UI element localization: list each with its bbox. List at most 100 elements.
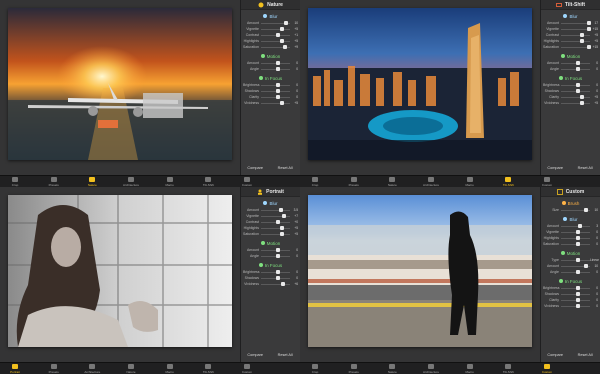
toolbar-button[interactable]: Custom: [540, 364, 554, 374]
slider-track[interactable]: [561, 33, 590, 37]
photo-preview[interactable]: [308, 195, 532, 347]
slider-handle[interactable]: [275, 220, 280, 224]
slider-handle[interactable]: [283, 45, 288, 49]
section-header[interactable]: In Focus: [541, 74, 600, 82]
section-header[interactable]: Blur: [541, 215, 600, 223]
slider-handle[interactable]: [279, 39, 284, 43]
slider-handle[interactable]: [575, 286, 580, 290]
slider-track[interactable]: [261, 61, 290, 65]
slider-track[interactable]: [561, 264, 590, 268]
slider-handle[interactable]: [575, 61, 580, 65]
section-header[interactable]: Motion: [241, 239, 300, 247]
toolbar-button[interactable]: Macro: [463, 177, 477, 187]
slider-handle[interactable]: [575, 292, 580, 296]
slider-track[interactable]: [261, 276, 290, 280]
photo-preview[interactable]: [8, 195, 232, 347]
slider-handle[interactable]: [275, 89, 280, 93]
slider-track[interactable]: [261, 45, 290, 49]
toolbar-button[interactable]: Portrait: [8, 364, 22, 374]
reset-all-button[interactable]: Reset All: [578, 353, 593, 357]
slider-track[interactable]: [561, 83, 590, 87]
slider-handle[interactable]: [587, 45, 592, 49]
slider-track[interactable]: [261, 232, 290, 236]
toolbar-button[interactable]: Presets: [47, 364, 61, 374]
slider-track[interactable]: [261, 282, 290, 286]
slider-track[interactable]: [261, 67, 290, 71]
section-header[interactable]: In Focus: [241, 74, 300, 82]
section-header[interactable]: Brush: [541, 199, 600, 207]
slider-handle[interactable]: [584, 264, 589, 268]
slider-handle[interactable]: [579, 95, 584, 99]
slider-handle[interactable]: [280, 282, 285, 286]
slider-track[interactable]: [561, 270, 590, 274]
toolbar-button[interactable]: Tilt-Shift: [501, 364, 515, 374]
slider-handle[interactable]: [275, 83, 280, 87]
slider-track[interactable]: [561, 304, 590, 308]
slider-handle[interactable]: [279, 232, 284, 236]
slider-handle[interactable]: [575, 270, 580, 274]
slider-track[interactable]: [561, 258, 590, 262]
toolbar-button[interactable]: Architecture: [84, 364, 100, 374]
compare-button[interactable]: Compare: [547, 353, 563, 357]
slider-track[interactable]: [261, 270, 290, 274]
toolbar-button[interactable]: Architecture: [123, 177, 139, 187]
slider-handle[interactable]: [275, 270, 280, 274]
slider-track[interactable]: [561, 95, 590, 99]
slider-handle[interactable]: [575, 258, 580, 262]
slider-track[interactable]: [561, 286, 590, 290]
slider-handle[interactable]: [275, 61, 280, 65]
slider-handle[interactable]: [579, 39, 584, 43]
slider-track[interactable]: [261, 83, 290, 87]
toolbar-button[interactable]: Presets: [347, 177, 361, 187]
slider-track[interactable]: [561, 21, 592, 25]
slider-handle[interactable]: [575, 236, 580, 240]
slider-track[interactable]: [261, 89, 290, 93]
slider-track[interactable]: [261, 27, 290, 31]
section-header[interactable]: Motion: [541, 249, 600, 257]
compare-button[interactable]: Compare: [247, 353, 263, 357]
toolbar-button[interactable]: Custom: [540, 177, 554, 187]
toolbar-button[interactable]: Crop: [8, 177, 22, 187]
slider-handle[interactable]: [275, 67, 280, 71]
toolbar-button[interactable]: Tilt-Shift: [201, 177, 215, 187]
section-header[interactable]: Blur: [241, 199, 300, 207]
slider-handle[interactable]: [575, 83, 580, 87]
slider-track[interactable]: [261, 254, 290, 258]
slider-handle[interactable]: [281, 214, 286, 218]
slider-track[interactable]: [561, 298, 590, 302]
slider-track[interactable]: [561, 101, 590, 105]
toolbar-button[interactable]: Nature: [124, 364, 138, 374]
slider-track[interactable]: [261, 21, 290, 25]
slider-handle[interactable]: [279, 27, 284, 31]
section-header[interactable]: Blur: [541, 12, 600, 20]
toolbar-button[interactable]: Nature: [385, 364, 399, 374]
toolbar-button[interactable]: Macro: [463, 364, 477, 374]
toolbar-button[interactable]: Architecture: [423, 364, 439, 374]
slider-track[interactable]: [261, 95, 290, 99]
slider-handle[interactable]: [575, 242, 580, 246]
slider-track[interactable]: [561, 230, 590, 234]
toolbar-button[interactable]: Custom: [240, 177, 254, 187]
slider-handle[interactable]: [275, 95, 280, 99]
toolbar-button[interactable]: Macro: [163, 364, 177, 374]
slider-handle[interactable]: [584, 208, 589, 212]
slider-handle[interactable]: [284, 21, 289, 25]
slider-handle[interactable]: [575, 67, 580, 71]
slider-handle[interactable]: [275, 276, 280, 280]
toolbar-button[interactable]: Presets: [347, 364, 361, 374]
toolbar-button[interactable]: Presets: [47, 177, 61, 187]
section-header[interactable]: In Focus: [241, 261, 300, 269]
slider-handle[interactable]: [579, 33, 584, 37]
slider-track[interactable]: [561, 89, 590, 93]
slider-handle[interactable]: [587, 27, 592, 31]
slider-handle[interactable]: [575, 230, 580, 234]
slider-track[interactable]: [261, 220, 290, 224]
slider-handle[interactable]: [275, 248, 280, 252]
slider-track[interactable]: [561, 61, 590, 65]
slider-track[interactable]: [261, 101, 290, 105]
slider-track[interactable]: [561, 242, 590, 246]
slider-track[interactable]: [561, 67, 590, 71]
toolbar-button[interactable]: Nature: [385, 177, 399, 187]
slider-track[interactable]: [261, 208, 290, 212]
reset-all-button[interactable]: Reset All: [278, 353, 293, 357]
